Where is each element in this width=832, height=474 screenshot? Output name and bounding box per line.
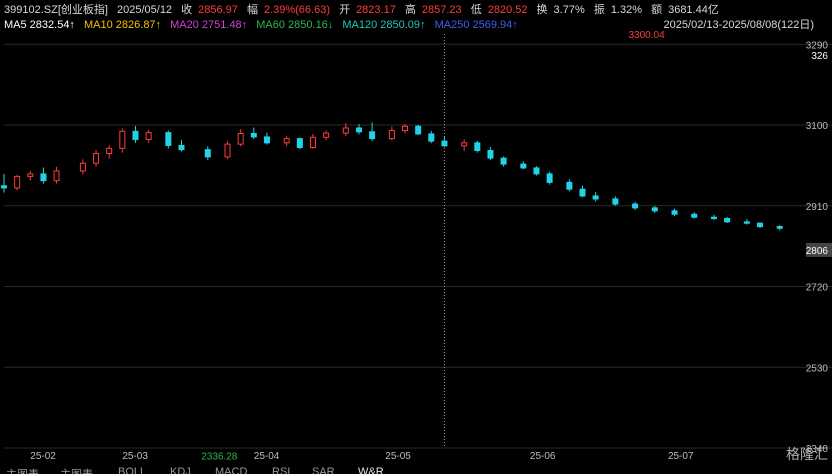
tab-sar[interactable]: SAR <box>312 466 335 474</box>
candle-body <box>1 185 7 189</box>
candle-body <box>651 207 658 212</box>
candle-body <box>691 213 698 218</box>
candle-body <box>309 136 316 149</box>
candle-body <box>250 133 257 138</box>
candle-body <box>500 157 507 165</box>
candle-body <box>165 132 172 146</box>
low-annotation: 2336.28 <box>201 452 238 463</box>
candle-body <box>632 203 639 209</box>
candle-body <box>671 210 678 215</box>
candle-body <box>369 131 376 140</box>
x-tick-label: 25-05 <box>385 451 411 462</box>
candle-body <box>27 173 34 177</box>
y-tick-label: 2910 <box>806 202 829 213</box>
candle-body <box>119 130 126 149</box>
y-tick-label: 3290 <box>806 40 829 51</box>
tab-boll[interactable]: BOLL <box>118 466 146 474</box>
tab-macd[interactable]: MACD <box>215 466 247 474</box>
candle-body <box>263 136 270 144</box>
y-tick-label: 2530 <box>806 363 829 374</box>
candle-body <box>441 140 448 147</box>
candle-body <box>428 133 435 142</box>
candle-body <box>743 221 750 224</box>
candle-body <box>342 127 349 134</box>
candle-body <box>53 170 60 182</box>
x-tick-label: 25-03 <box>122 451 148 462</box>
candle-body <box>355 127 362 133</box>
candle-body <box>710 216 717 220</box>
candle-body <box>402 125 408 132</box>
indicator-tabs: 主图表 主图表 BOLL KDJ MACD RSI SAR W&R <box>0 464 832 474</box>
candle-body <box>461 142 468 147</box>
candle-body <box>566 181 573 190</box>
x-tick-label: 25-07 <box>668 451 694 462</box>
candle-body <box>487 150 494 159</box>
candle-body <box>579 188 586 197</box>
candle-body <box>474 142 481 152</box>
candle-body <box>93 152 100 164</box>
high-annotation: 3300.04 <box>629 30 666 41</box>
candle-body <box>776 226 783 229</box>
x-tick-label: 25-04 <box>254 451 280 462</box>
candle-body <box>724 218 731 223</box>
candle-body <box>612 198 619 205</box>
tab-main-1[interactable]: 主图表 <box>6 466 39 474</box>
candle-body <box>756 222 763 228</box>
candle-body <box>296 138 303 149</box>
tab-kdj[interactable]: KDJ <box>170 466 191 474</box>
brand-logo: 格隆汇 <box>786 446 828 462</box>
candle-body <box>178 144 185 151</box>
candle-body <box>132 130 139 140</box>
candle-body <box>237 133 244 145</box>
tab-rsi[interactable]: RSI <box>272 466 290 474</box>
candle-body <box>533 167 540 175</box>
candle-body <box>204 149 211 158</box>
y-tick-label: 3100 <box>806 121 829 132</box>
candle-body <box>520 163 527 169</box>
candle-body <box>388 130 395 140</box>
candle-body <box>106 147 113 154</box>
candlestick-chart[interactable]: 32903100291027202530234025-02 25-03 25-04 2… <box>0 0 832 464</box>
y-tick-label: 2720 <box>806 283 829 294</box>
price-label-right: 326 <box>811 51 828 62</box>
candle-body <box>79 162 86 172</box>
candle-body <box>224 143 231 158</box>
tab-main-2[interactable]: 主图表 <box>60 466 93 474</box>
x-tick-label: 25-06 <box>530 451 556 462</box>
candle-body <box>546 173 553 183</box>
candle-body <box>592 195 599 200</box>
candle-body <box>14 175 21 189</box>
candle-body <box>323 132 330 138</box>
tab-wr[interactable]: W&R <box>358 466 384 474</box>
candle-body <box>40 173 47 182</box>
candle-body <box>283 138 290 144</box>
candle-body <box>415 125 422 135</box>
candle-body <box>145 132 152 140</box>
x-tick-label: 25-02 <box>30 451 56 462</box>
crosshair-price: 2806 <box>806 246 829 257</box>
